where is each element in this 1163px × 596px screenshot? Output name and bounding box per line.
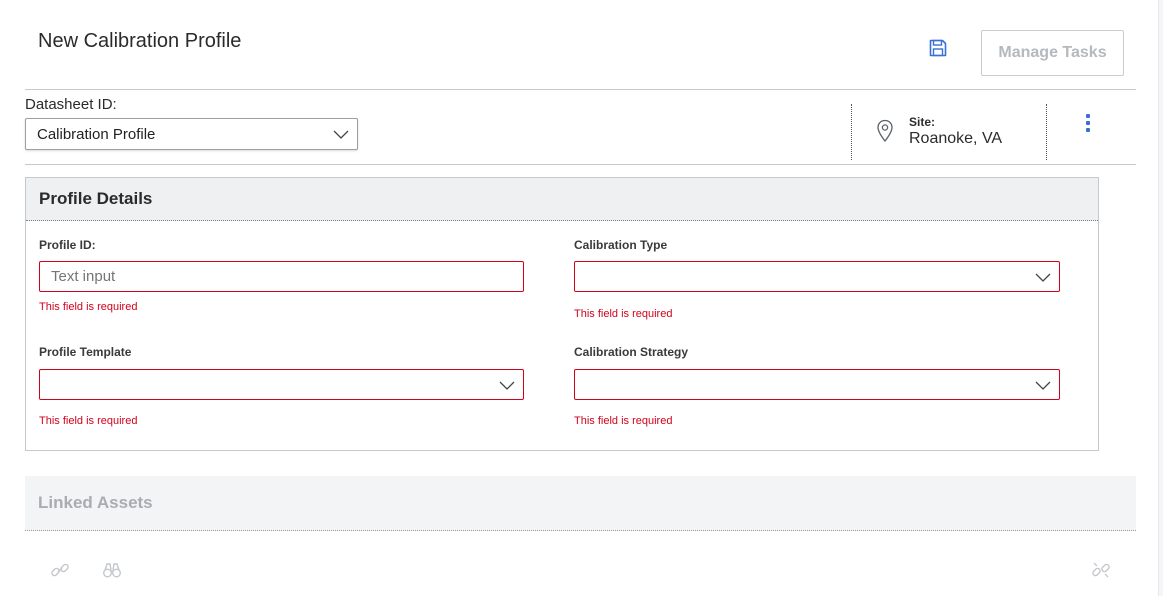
chevron-down-icon	[333, 130, 349, 139]
site-right-divider	[1046, 104, 1047, 160]
calibration-type-select[interactable]	[574, 261, 1060, 292]
chevron-down-icon	[1035, 381, 1051, 390]
more-options-icon[interactable]	[1083, 114, 1093, 136]
linked-assets-header: Linked Assets	[25, 476, 1136, 531]
page-title: New Calibration Profile	[38, 30, 242, 52]
map-pin-icon	[877, 119, 893, 143]
profile-template-select[interactable]	[39, 369, 524, 400]
site-left-divider	[851, 104, 852, 160]
profile-id-input[interactable]	[39, 261, 524, 292]
header-divider	[25, 89, 1136, 90]
unlink-icon[interactable]	[1091, 560, 1111, 580]
link-icon[interactable]	[50, 560, 70, 580]
datasheet-selected-value: Calibration Profile	[37, 125, 156, 143]
profile-template-label: Profile Template	[39, 345, 132, 359]
profile-id-label: Profile ID:	[39, 238, 96, 252]
scrollbar-track[interactable]	[1158, 0, 1163, 596]
binoculars-icon[interactable]	[102, 560, 122, 580]
profile-template-error: This field is required	[39, 415, 138, 427]
calibration-type-label: Calibration Type	[574, 238, 668, 252]
datasheet-id-select[interactable]: Calibration Profile	[25, 118, 358, 150]
calibration-type-error: This field is required	[574, 308, 673, 320]
calibration-strategy-label: Calibration Strategy	[574, 345, 689, 359]
profile-details-panel: Profile Details Profile ID: This field i…	[25, 177, 1099, 451]
chevron-down-icon	[499, 381, 515, 390]
calibration-profile-page: New Calibration Profile Manage Tasks Dat…	[0, 0, 1163, 596]
floppy-disk-icon[interactable]	[928, 38, 948, 58]
chevron-down-icon	[1035, 273, 1051, 282]
profile-id-error: This field is required	[39, 301, 138, 313]
manage-tasks-button[interactable]: Manage Tasks	[981, 30, 1124, 76]
profile-details-header: Profile Details	[26, 178, 1098, 221]
toolbar-divider	[25, 164, 1136, 165]
datasheet-id-label: Datasheet ID:	[25, 96, 117, 113]
calibration-strategy-error: This field is required	[574, 415, 673, 427]
calibration-strategy-select[interactable]	[574, 369, 1060, 400]
site-label: Site:	[909, 115, 936, 129]
site-value: Roanoke, VA	[909, 130, 1003, 147]
